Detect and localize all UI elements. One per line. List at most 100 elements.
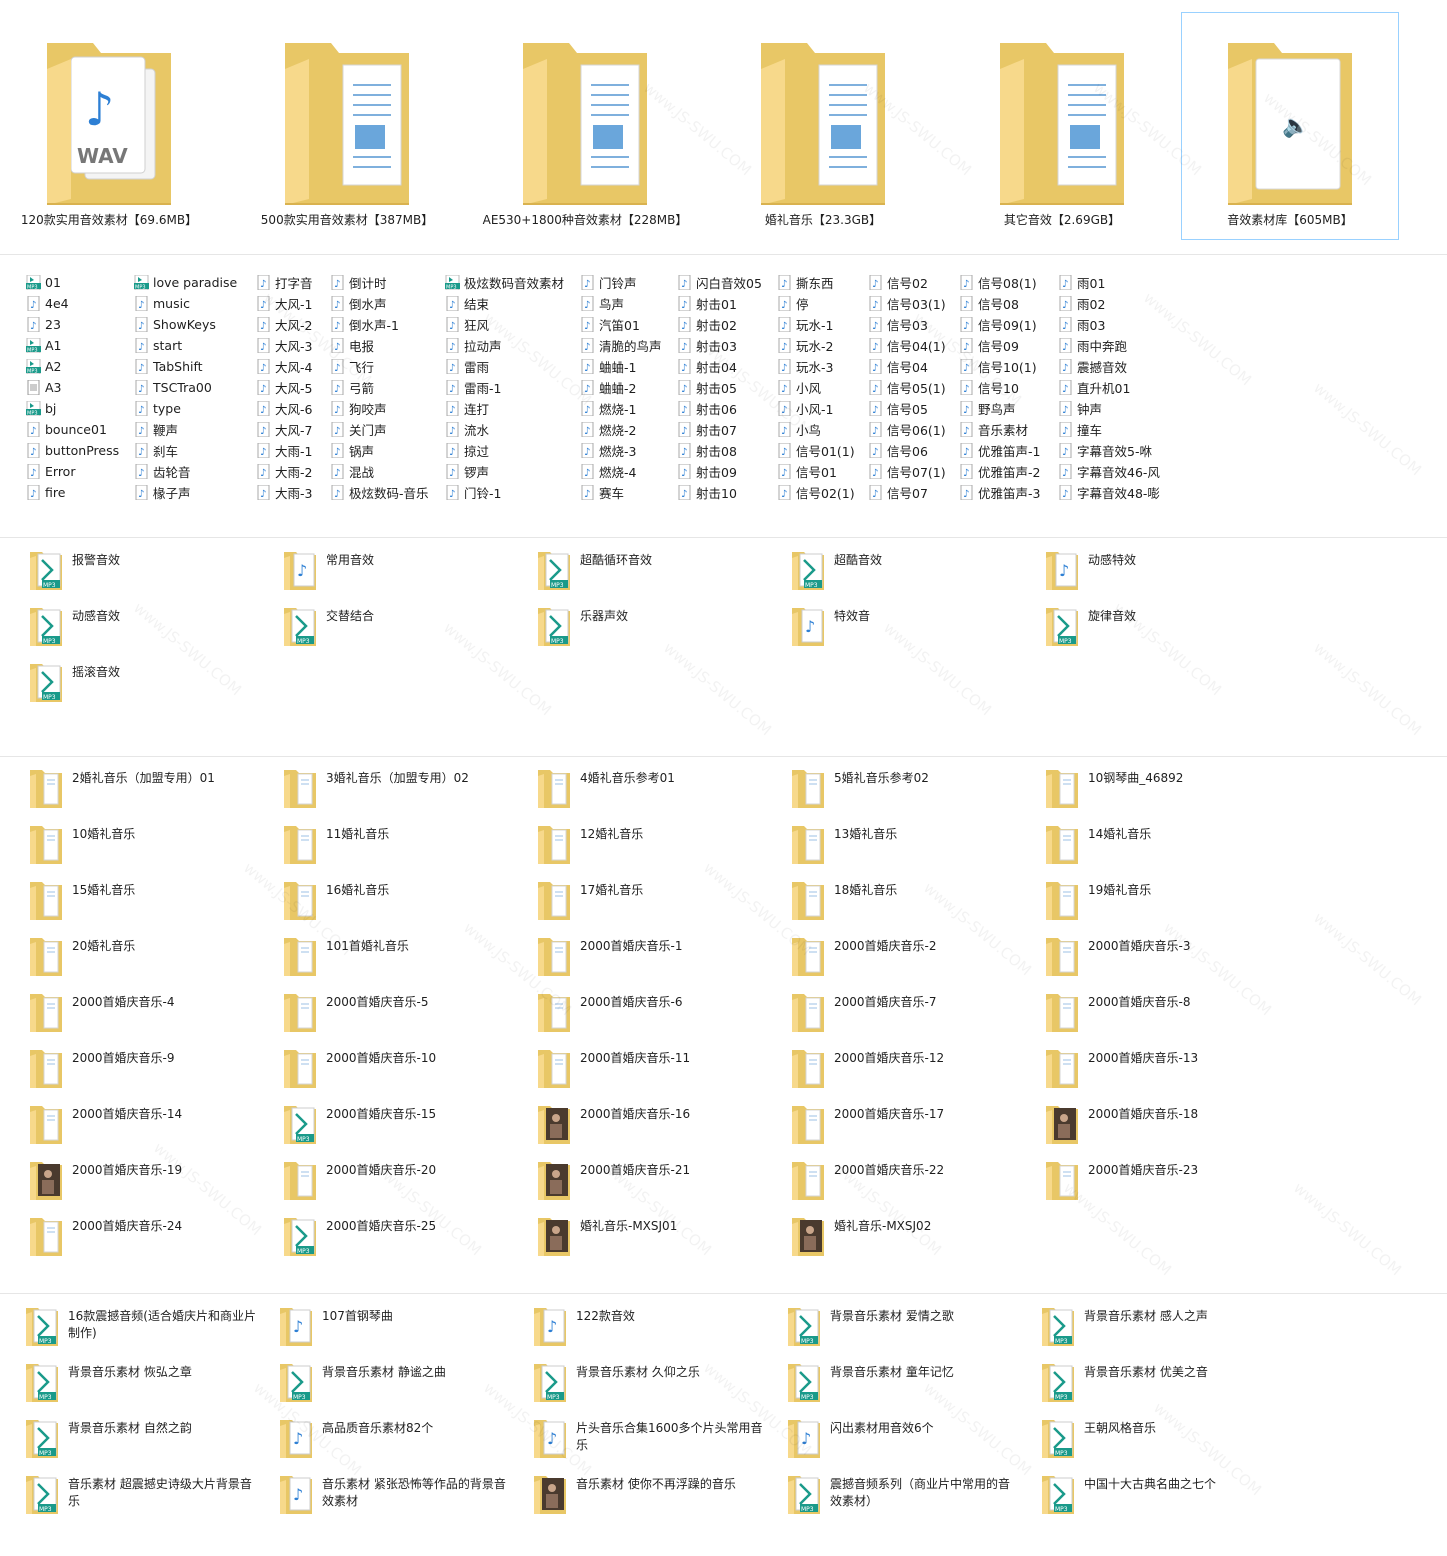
file-item[interactable]: ♪ 信号06 bbox=[868, 440, 946, 461]
folder-tile[interactable]: 11婚礼音乐 bbox=[282, 822, 536, 878]
folder-tile[interactable]: 20婚礼音乐 bbox=[28, 934, 282, 990]
file-item[interactable]: ♪ 狂风 bbox=[445, 314, 564, 335]
folder-tile[interactable]: MP3 中国十大古典名曲之七个 bbox=[1040, 1472, 1294, 1528]
file-item[interactable]: ♪ 射击02 bbox=[677, 314, 762, 335]
folder-tile[interactable]: ♪ 高品质音乐素材82个 bbox=[278, 1416, 532, 1472]
file-item[interactable]: ♪ 小风 bbox=[777, 377, 855, 398]
file-item[interactable]: ♪ 鞭声 bbox=[134, 419, 237, 440]
file-item[interactable]: ♪ 玩水-3 bbox=[777, 356, 855, 377]
file-item[interactable]: ♪ 信号03(1) bbox=[868, 293, 946, 314]
file-item[interactable]: ♪ 射击10 bbox=[677, 482, 762, 503]
file-item[interactable]: ♪ 齿轮音 bbox=[134, 461, 237, 482]
folder-tile[interactable]: 2000首婚庆音乐-6 bbox=[536, 990, 790, 1046]
file-item[interactable]: MP3 A2 bbox=[26, 356, 119, 377]
file-item[interactable]: ♪ 钟声 bbox=[1058, 398, 1160, 419]
folder-tile[interactable]: 2000首婚庆音乐-23 bbox=[1044, 1158, 1298, 1214]
file-item[interactable]: A3 bbox=[26, 377, 119, 398]
folder-tile[interactable]: 2000首婚庆音乐-20 bbox=[282, 1158, 536, 1214]
folder-tile[interactable]: 2000首婚庆音乐-18 bbox=[1044, 1102, 1298, 1158]
folder-tile[interactable]: MP3 2000首婚庆音乐-25 bbox=[282, 1214, 536, 1270]
file-item[interactable]: ♪ music bbox=[134, 293, 237, 314]
file-item[interactable]: ♪ 倒计时 bbox=[330, 272, 429, 293]
file-item[interactable]: ♪ 玩水-2 bbox=[777, 335, 855, 356]
folder-tile[interactable]: ♪ 动感特效 bbox=[1044, 548, 1298, 604]
folder-tile[interactable]: 2000首婚庆音乐-21 bbox=[536, 1158, 790, 1214]
file-item[interactable]: ♪ 飞行 bbox=[330, 356, 429, 377]
folder-tile[interactable]: 5婚礼音乐参考02 bbox=[790, 766, 1044, 822]
file-item[interactable]: ♪ 燃烧-3 bbox=[580, 440, 662, 461]
file-item[interactable]: ♪ 撕东西 bbox=[777, 272, 855, 293]
file-item[interactable]: ♪ 大雨-3 bbox=[256, 482, 313, 503]
file-item[interactable]: ♪ 23 bbox=[26, 314, 119, 335]
file-item[interactable]: ♪ 大风-1 bbox=[256, 293, 313, 314]
file-item[interactable]: ♪ 震撼音效 bbox=[1058, 356, 1160, 377]
file-item[interactable]: ♪ TSCTra00 bbox=[134, 377, 237, 398]
file-item[interactable]: ♪ 停 bbox=[777, 293, 855, 314]
file-item[interactable]: ♪ start bbox=[134, 335, 237, 356]
file-item[interactable]: ♪ 信号01 bbox=[777, 461, 855, 482]
folder-tile[interactable]: 2000首婚庆音乐-7 bbox=[790, 990, 1044, 1046]
file-item[interactable]: MP3 A1 bbox=[26, 335, 119, 356]
folder-tile[interactable]: MP3 2000首婚庆音乐-15 bbox=[282, 1102, 536, 1158]
file-item[interactable]: ♪ 弓箭 bbox=[330, 377, 429, 398]
file-item[interactable]: ♪ 倒水声-1 bbox=[330, 314, 429, 335]
file-item[interactable]: ♪ 大风-3 bbox=[256, 335, 313, 356]
file-item[interactable]: ♪ 门铃-1 bbox=[445, 482, 564, 503]
file-item[interactable]: ♪ bounce01 bbox=[26, 419, 119, 440]
file-item[interactable]: ♪ 玩水-1 bbox=[777, 314, 855, 335]
folder-tile[interactable]: 音乐素材 使你不再浮躁的音乐 bbox=[532, 1472, 786, 1528]
file-item[interactable]: ♪ 雷雨 bbox=[445, 356, 564, 377]
folder-tile[interactable]: 2婚礼音乐（加盟专用）01 bbox=[28, 766, 282, 822]
file-item[interactable]: ♪ 燃烧-4 bbox=[580, 461, 662, 482]
folder-tile[interactable]: 19婚礼音乐 bbox=[1044, 878, 1298, 934]
folder-tile[interactable]: MP3 王朝风格音乐 bbox=[1040, 1416, 1294, 1472]
file-item[interactable]: ♪ 电报 bbox=[330, 335, 429, 356]
file-item[interactable]: ♪ 信号09 bbox=[959, 335, 1040, 356]
file-item[interactable]: ♪ 狗咬声 bbox=[330, 398, 429, 419]
file-item[interactable]: ♪ 大风-5 bbox=[256, 377, 313, 398]
folder-tile[interactable]: 2000首婚庆音乐-3 bbox=[1044, 934, 1298, 990]
folder-tile[interactable]: 2000首婚庆音乐-4 bbox=[28, 990, 282, 1046]
file-item[interactable]: ♪ 信号09(1) bbox=[959, 314, 1040, 335]
file-item[interactable]: ♪ 信号07 bbox=[868, 482, 946, 503]
folder-tile[interactable]: 15婚礼音乐 bbox=[28, 878, 282, 934]
file-item[interactable]: ♪ 信号05 bbox=[868, 398, 946, 419]
file-item[interactable]: ♪ 椽子声 bbox=[134, 482, 237, 503]
file-item[interactable]: ♪ 直升机01 bbox=[1058, 377, 1160, 398]
file-item[interactable]: ♪ 清脆的鸟声 bbox=[580, 335, 662, 356]
file-item[interactable]: ♪ 倒水声 bbox=[330, 293, 429, 314]
file-item[interactable]: ♪ 蛐蛐-2 bbox=[580, 377, 662, 398]
file-item[interactable]: ♪ 雨中奔跑 bbox=[1058, 335, 1160, 356]
file-item[interactable]: ♪ 燃烧-1 bbox=[580, 398, 662, 419]
folder-tile[interactable]: ♪ 特效音 bbox=[790, 604, 1044, 660]
file-item[interactable]: ♪ 燃烧-2 bbox=[580, 419, 662, 440]
file-item[interactable]: ♪ 射击09 bbox=[677, 461, 762, 482]
folder-item[interactable]: 婚礼音乐【23.3GB】 bbox=[714, 12, 932, 240]
file-item[interactable]: ♪ 射击03 bbox=[677, 335, 762, 356]
file-item[interactable]: ♪ 大雨-2 bbox=[256, 461, 313, 482]
file-item[interactable]: MP3 01 bbox=[26, 272, 119, 293]
folder-tile[interactable]: ♪ 片头音乐合集1600多个片头常用音乐 bbox=[532, 1416, 786, 1472]
file-item[interactable]: ♪ 信号04 bbox=[868, 356, 946, 377]
folder-tile[interactable]: 2000首婚庆音乐-13 bbox=[1044, 1046, 1298, 1102]
folder-tile[interactable]: MP3 摇滚音效 bbox=[28, 660, 282, 716]
folder-item[interactable]: 500款实用音效素材【387MB】 bbox=[238, 12, 456, 240]
folder-tile[interactable]: 18婚礼音乐 bbox=[790, 878, 1044, 934]
file-item[interactable]: ♪ 雨01 bbox=[1058, 272, 1160, 293]
folder-tile[interactable]: 10婚礼音乐 bbox=[28, 822, 282, 878]
file-item[interactable]: ♪ 信号03 bbox=[868, 314, 946, 335]
file-item[interactable]: ♪ 雨02 bbox=[1058, 293, 1160, 314]
file-item[interactable]: ♪ 闪白音效05 bbox=[677, 272, 762, 293]
file-item[interactable]: ♪ 拉动声 bbox=[445, 335, 564, 356]
folder-tile[interactable]: MP3 音乐素材 超震撼史诗级大片背景音乐 bbox=[24, 1472, 278, 1528]
file-item[interactable]: ♪ 关门声 bbox=[330, 419, 429, 440]
folder-tile[interactable]: 2000首婚庆音乐-12 bbox=[790, 1046, 1044, 1102]
folder-item[interactable]: 🔈 音效素材库【605MB】 bbox=[1181, 12, 1399, 240]
folder-tile[interactable]: MP3 背景音乐素材 爱情之歌 bbox=[786, 1304, 1040, 1360]
folder-tile[interactable]: 101首婚礼音乐 bbox=[282, 934, 536, 990]
file-item[interactable]: ♪ 信号08 bbox=[959, 293, 1040, 314]
file-item[interactable]: ♪ fire bbox=[26, 482, 119, 503]
folder-tile[interactable]: 2000首婚庆音乐-2 bbox=[790, 934, 1044, 990]
file-item[interactable]: MP3 love paradise bbox=[134, 272, 237, 293]
folder-tile[interactable]: 2000首婚庆音乐-8 bbox=[1044, 990, 1298, 1046]
